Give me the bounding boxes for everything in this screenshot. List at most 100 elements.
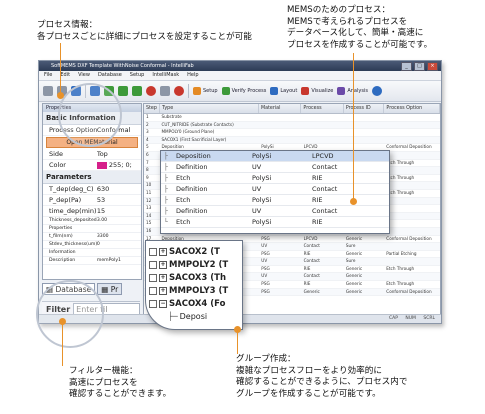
table-cell — [384, 273, 440, 280]
group-row[interactable]: + SACOX2 (T — [146, 245, 242, 258]
parameter-row[interactable]: P_dep(Pa) 53 — [43, 195, 141, 206]
menu-database[interactable]: Database — [98, 71, 122, 80]
column-header[interactable]: Process — [301, 104, 344, 113]
callout-text: 確認することができるように、プロセス内で — [236, 377, 408, 387]
parameter-key: P_dep(Pa) — [49, 196, 82, 204]
table-cell: Generic — [303, 288, 320, 294]
zoomed-row[interactable]: ├ Deposition PolySi LPCVD — [161, 151, 389, 162]
parameters-header[interactable]: Parameters — [43, 171, 141, 184]
zoomed-rows: ├ Deposition PolySi LPCVD ├ Definition UV… — [161, 151, 389, 228]
group-row[interactable]: − SACOX4 (Fo — [146, 297, 242, 310]
collapse-icon[interactable]: − — [159, 299, 167, 308]
visualize-button[interactable]: Visualize — [301, 87, 333, 95]
property-row[interactable]: Stdev_thickness(um) 0 — [43, 241, 141, 249]
zoomed-row[interactable]: └ Etch PolySi RIE — [161, 217, 389, 228]
group-checkbox[interactable] — [149, 260, 157, 269]
table-cell — [302, 122, 344, 129]
table-row[interactable]: 4 SACOX1 (First Sacrificial Layer) — [144, 136, 440, 145]
menu-setup[interactable]: Setup — [130, 71, 145, 80]
zoomed-process-table: ├ Deposition PolySi LPCVD ├ Definition UV… — [160, 150, 390, 234]
collapse-icon[interactable]: + — [159, 273, 167, 282]
property-row[interactable]: t_film(nm) 3300 — [43, 233, 141, 241]
visualize-icon — [301, 87, 310, 95]
step-name: Definition — [176, 185, 208, 193]
table-row[interactable]: 3 MMPOLY0 (Ground Plane) — [144, 129, 440, 137]
parameter-row[interactable]: time_dep(min) 15 — [43, 206, 141, 217]
callout-text: データベース化して、簡単・高速に — [287, 28, 424, 38]
verify-label: Verify Process — [231, 88, 267, 94]
column-header[interactable]: Material — [259, 104, 302, 113]
table-cell: Etch Through — [386, 174, 415, 180]
group-checkbox[interactable] — [149, 299, 157, 308]
delete-icon[interactable] — [146, 86, 156, 96]
property-row[interactable]: Properties — [43, 225, 141, 233]
parameter-value[interactable]: 53 — [97, 195, 141, 205]
column-header[interactable]: Type — [160, 104, 259, 113]
table-cell — [344, 137, 384, 144]
callout-text: 高速にプロセスを — [69, 377, 138, 388]
menu-view[interactable]: View — [78, 71, 90, 80]
table-row[interactable]: 1 Substrate — [144, 114, 440, 122]
close-button[interactable]: × — [427, 62, 438, 71]
menu-edit[interactable]: Edit — [60, 71, 70, 80]
menu-help[interactable]: Help — [187, 71, 198, 80]
new-icon[interactable] — [43, 86, 53, 96]
table-cell — [384, 213, 440, 220]
callout-text: グループ作成： — [236, 354, 296, 364]
cut-icon[interactable] — [174, 86, 184, 96]
arrow-down-icon[interactable] — [118, 86, 128, 96]
step-process: LPCVD — [312, 152, 334, 160]
arrow-up-icon[interactable] — [132, 86, 142, 96]
tree-connector: ├─ — [168, 312, 178, 321]
column-header[interactable]: Process Option — [384, 104, 440, 113]
setup-icon — [193, 87, 201, 95]
column-header[interactable]: Process ID — [344, 104, 385, 113]
minimize-button[interactable]: _ — [401, 62, 412, 71]
collapse-icon[interactable]: + — [159, 247, 167, 256]
group-row[interactable]: + SACOX3 (Th — [146, 271, 242, 284]
table-cell: 14 — [146, 212, 152, 218]
tab-process[interactable]: ▦ Pr — [97, 283, 123, 295]
step-material: UV — [252, 163, 262, 171]
layout-button[interactable]: Layout — [270, 87, 297, 95]
group-checkbox[interactable] — [149, 286, 157, 295]
collapse-icon[interactable]: + — [159, 260, 167, 269]
callout-text: MEMSのためのプロセス： — [287, 5, 391, 15]
step-name: Deposition — [176, 152, 211, 160]
status-caps: CAP — [389, 316, 398, 321]
copy-icon[interactable] — [160, 86, 170, 96]
parameter-row[interactable]: T_dep(deg_C) 630 — [43, 184, 141, 195]
group-checkbox[interactable] — [149, 247, 157, 256]
group-row[interactable]: + MMPOLY3 (T — [146, 284, 242, 297]
zoomed-row[interactable]: ├ Definition UV Contact — [161, 206, 389, 217]
zoomed-row[interactable]: ├ Etch PolySi RIE — [161, 173, 389, 184]
group-label: SACOX3 (Th — [169, 272, 227, 283]
property-row[interactable]: Side Top — [43, 149, 141, 160]
verify-process-button[interactable]: Verify Process — [221, 87, 267, 95]
step-material: PolySi — [252, 174, 272, 182]
parameter-value[interactable]: 15 — [97, 206, 141, 216]
menu-file[interactable]: File — [44, 71, 52, 80]
callout-group: グループ作成： 複雑なプロセスフローをより効率的に 確認することができるように、… — [236, 354, 407, 400]
table-cell: Etch Through — [386, 189, 415, 195]
parameter-key: T_dep(deg_C) — [49, 185, 94, 193]
group-child-row[interactable]: ├─ Deposi — [146, 310, 242, 323]
callout-text: 確認することができます。 — [69, 389, 172, 399]
collapse-icon[interactable]: + — [159, 286, 167, 295]
property-row[interactable]: Description memPoly1 — [43, 257, 141, 265]
property-row[interactable]: Information — [43, 249, 141, 257]
table-row[interactable]: 2 CUT_NITRIDE (Substrate Contacts) — [144, 121, 440, 130]
zoomed-row[interactable]: ├ Definition UV Contact — [161, 162, 389, 173]
menu-intellimask[interactable]: IntelliMask — [152, 71, 179, 80]
maximize-button[interactable]: □ — [414, 62, 425, 71]
group-checkbox[interactable] — [149, 273, 157, 282]
setup-button[interactable]: Setup — [193, 87, 218, 95]
property-row[interactable]: Thickness_deposited(um)3.00 — [43, 217, 141, 225]
group-row[interactable]: + MMPOLY2 (T — [146, 258, 242, 271]
property-row[interactable]: Color 255; 0; — [43, 160, 141, 171]
parameter-value[interactable]: 630 — [97, 184, 141, 194]
table-cell: Contact — [303, 273, 320, 279]
zoomed-row[interactable]: ├ Definition UV Contact — [161, 184, 389, 195]
column-header[interactable]: Step — [144, 104, 161, 113]
info-icon[interactable] — [371, 86, 382, 96]
